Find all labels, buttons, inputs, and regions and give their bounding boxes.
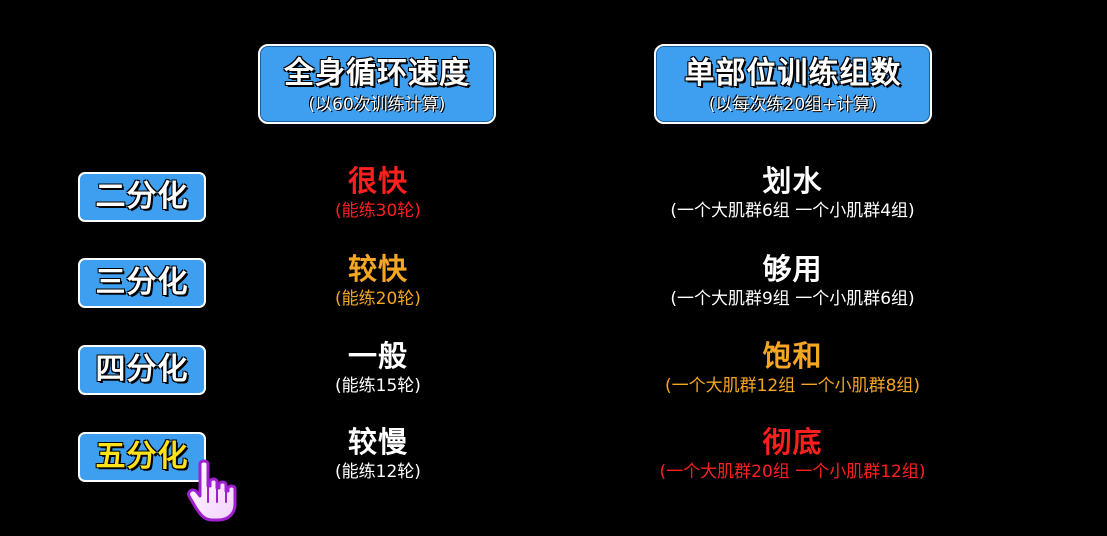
header-sets-subtitle: (以每次练20组+计算) <box>708 95 878 115</box>
speed-cell-2split: 很快 (能练30轮) <box>278 164 478 222</box>
speed-note: (能练30轮) <box>335 201 421 221</box>
sets-cell-3split: 够用 (一个大肌群9组 一个小肌群6组) <box>590 252 995 310</box>
speed-main: 较慢 <box>347 425 408 459</box>
sets-note: (一个大肌群9组 一个小肌群6组) <box>670 289 915 309</box>
sets-note: (一个大肌群12组 一个小肌群8组) <box>664 376 921 396</box>
header-speed: 全身循环速度 (以60次训练计算) <box>258 44 496 124</box>
sets-main: 划水 <box>762 164 823 198</box>
header-sets: 单部位训练组数 (以每次练20组+计算) <box>654 44 932 124</box>
sets-cell-4split: 饱和 (一个大肌群12组 一个小肌群8组) <box>590 339 995 397</box>
row-label-4split[interactable]: 四分化 <box>78 345 206 395</box>
header-speed-title: 全身循环速度 <box>284 56 470 91</box>
speed-main: 较快 <box>347 252 408 286</box>
row-label-3split[interactable]: 三分化 <box>78 258 206 308</box>
sets-main: 够用 <box>762 252 823 286</box>
speed-main: 很快 <box>347 164 408 198</box>
speed-cell-4split: 一般 (能练15轮) <box>278 339 478 397</box>
speed-note: (能练20轮) <box>335 289 421 309</box>
sets-main: 彻底 <box>762 425 823 459</box>
sets-cell-2split: 划水 (一个大肌群6组 一个小肌群4组) <box>590 164 995 222</box>
row-label-2split[interactable]: 二分化 <box>78 172 206 222</box>
speed-note: (能练12轮) <box>335 462 421 482</box>
speed-main: 一般 <box>347 339 408 373</box>
sets-note: (一个大肌群6组 一个小肌群4组) <box>670 201 915 221</box>
sets-cell-5split: 彻底 (一个大肌群20组 一个小肌群12组) <box>590 425 995 483</box>
speed-note: (能练15轮) <box>335 376 421 396</box>
speed-cell-3split: 较快 (能练20轮) <box>278 252 478 310</box>
header-speed-subtitle: (以60次训练计算) <box>308 95 446 115</box>
sets-note: (一个大肌群20组 一个小肌群12组) <box>659 462 926 482</box>
sets-main: 饱和 <box>762 339 823 373</box>
header-sets-title: 单部位训练组数 <box>684 56 902 91</box>
hand-pointer-icon <box>187 459 237 522</box>
speed-cell-5split: 较慢 (能练12轮) <box>278 425 478 483</box>
